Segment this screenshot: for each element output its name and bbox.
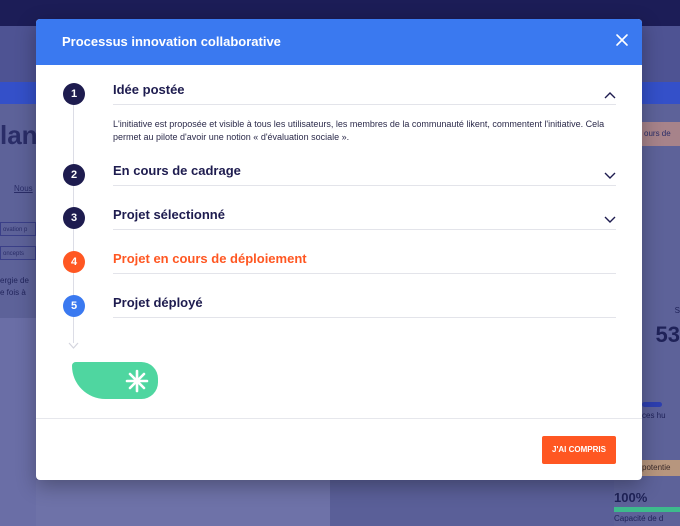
bg-lower-image: [36, 480, 330, 526]
chevron-down-icon[interactable]: [604, 167, 616, 179]
close-icon[interactable]: [614, 32, 630, 48]
footer-divider: [36, 418, 642, 419]
step-title[interactable]: Projet sélectionné: [113, 207, 225, 222]
bg-right-percent: 100%: [614, 490, 648, 505]
modal-header: Processus innovation collaborative: [36, 19, 642, 65]
bg-right-bar: [642, 402, 662, 407]
modal-title: Processus innovation collaborative: [62, 34, 281, 49]
bg-photo: [0, 318, 36, 526]
bg-tag: oncepts: [0, 246, 36, 260]
step-description: L'initiative est proposée et visible à t…: [113, 119, 605, 142]
bg-right-caption: ces hu: [642, 411, 666, 420]
asterisk-icon: [125, 369, 149, 393]
bg-right-label: S: [674, 306, 680, 315]
bg-right-number: 53: [655, 322, 680, 347]
step-title[interactable]: Projet en cours de déploiement: [113, 251, 307, 266]
step-title[interactable]: Projet déployé: [113, 295, 203, 310]
bg-text-line: e fois à: [0, 288, 26, 297]
step-number: 4: [63, 251, 85, 273]
bg-right-progress: [614, 507, 680, 512]
step-divider: [113, 317, 616, 318]
bg-text-line: ergie de: [0, 276, 29, 285]
bg-lower-panel: [330, 480, 614, 526]
step-number: 3: [63, 207, 85, 229]
step-title[interactable]: Idée postée: [113, 82, 185, 97]
bg-status-badge: ours de: [640, 122, 680, 146]
chevron-up-icon[interactable]: [604, 86, 616, 99]
step-divider: [113, 104, 616, 105]
bg-tag: ovation p: [0, 222, 36, 236]
step-title[interactable]: En cours de cadrage: [113, 163, 241, 178]
step-number: 1: [63, 83, 85, 105]
bg-right-capacity: Capacité de d: [614, 514, 664, 523]
process-modal: Processus innovation collaborative 1 Idé…: [36, 19, 642, 480]
understood-button[interactable]: J'AI COMPRIS: [542, 436, 616, 464]
step-divider: [113, 185, 616, 186]
step-number: 2: [63, 164, 85, 186]
step-number: 5: [63, 295, 85, 317]
timeline-end-arrow-icon: [68, 337, 79, 349]
chevron-down-icon[interactable]: [604, 211, 616, 223]
bg-link: Nous: [14, 184, 33, 193]
step-divider: [113, 273, 616, 274]
step-divider: [113, 229, 616, 230]
brand-blob: [72, 362, 158, 399]
